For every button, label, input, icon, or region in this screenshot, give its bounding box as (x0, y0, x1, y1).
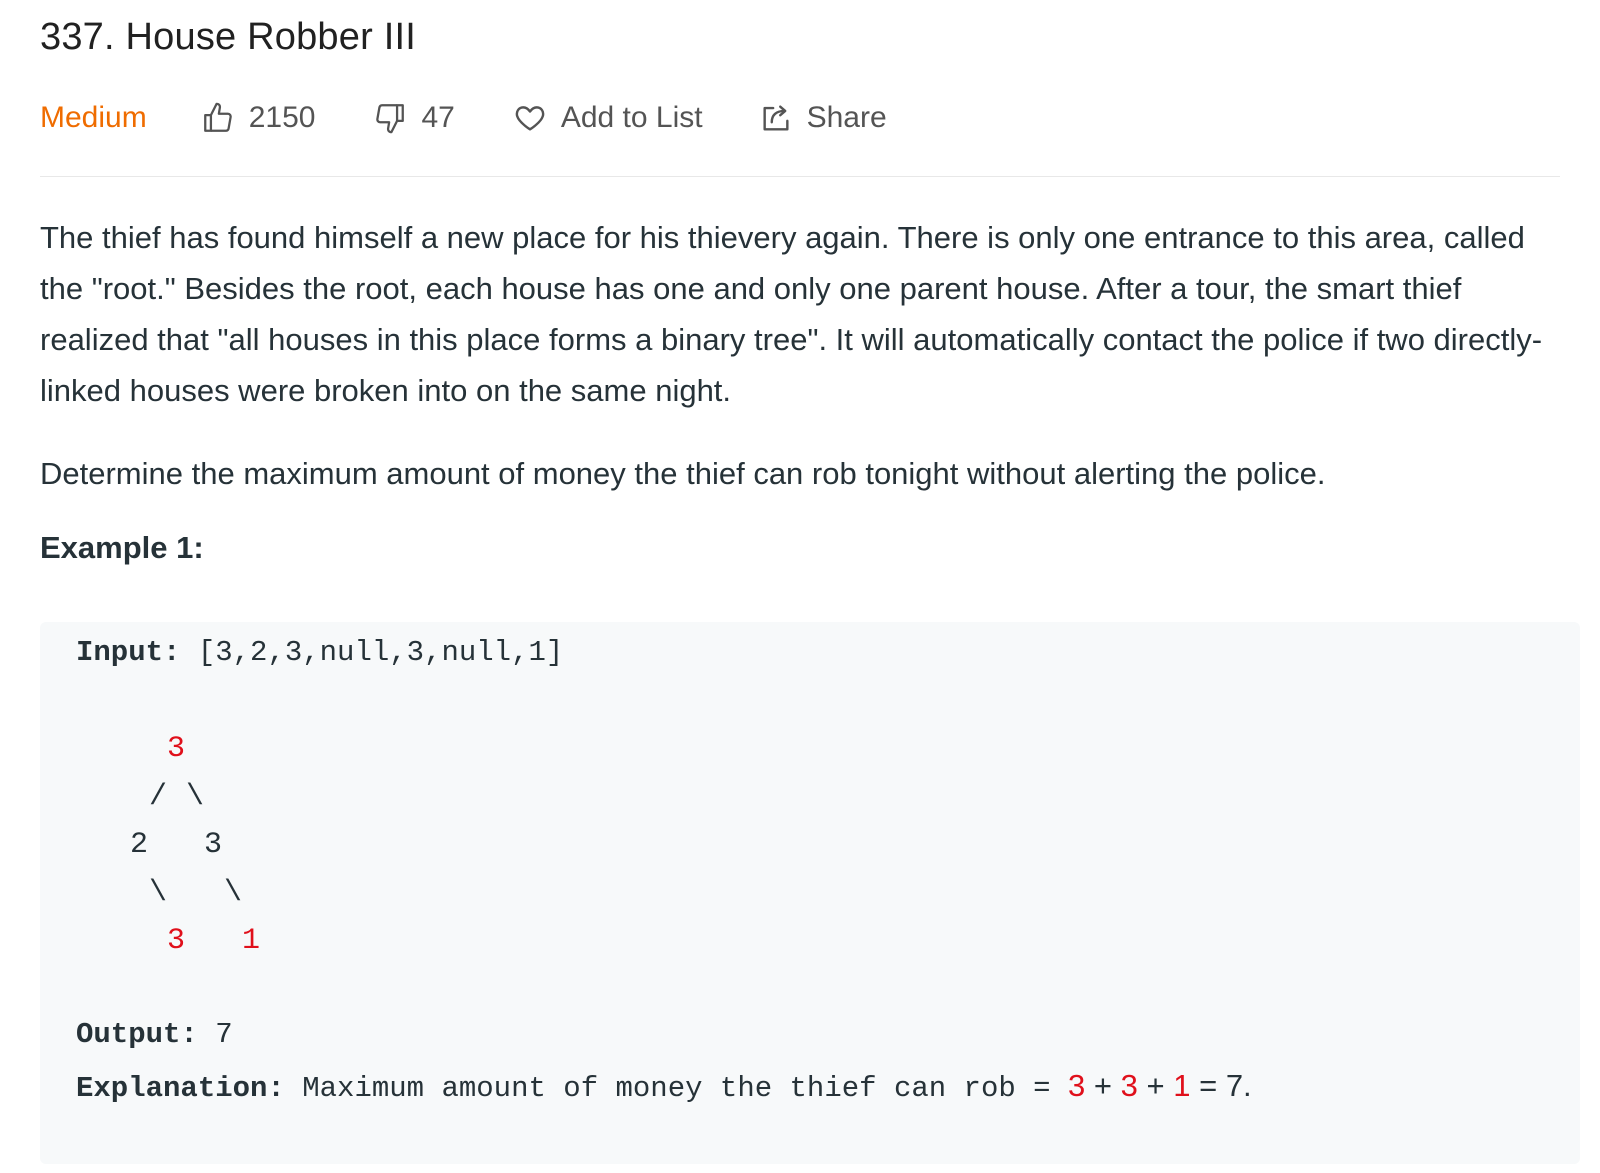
sum-result: 7. (1225, 1068, 1252, 1103)
explanation-label: Explanation: (76, 1072, 285, 1105)
tree-node-left-right: 3 (167, 924, 186, 958)
dislike-count: 47 (421, 101, 455, 134)
tree-edge-right-right: \ (224, 876, 243, 910)
share-button[interactable]: Share (759, 101, 887, 135)
share-icon (763, 105, 789, 131)
description-paragraph-2: Determine the maximum amount of money th… (40, 456, 1326, 491)
example-heading: Example 1: (40, 530, 204, 565)
difficulty-label: Medium (40, 101, 147, 134)
problem-title: 337. House Robber III (40, 16, 416, 58)
thumbs-down-icon (376, 104, 405, 134)
thumbs-up-icon (203, 102, 232, 132)
share-label: Share (806, 101, 887, 134)
input-value: [3,2,3,null,3,null,1] (197, 636, 564, 669)
output-value: 7 (215, 1018, 233, 1051)
like-count: 2150 (248, 101, 316, 134)
tree-edge-root-left: / (149, 780, 168, 814)
sum-term-a: 3 (1067, 1068, 1086, 1103)
description-paragraph-1: The thief has found himself a new place … (40, 220, 1543, 408)
plus-sign-1: + (1093, 1068, 1112, 1103)
like-button[interactable]: 2150 (201, 101, 316, 135)
header-divider (40, 176, 1560, 177)
tree-node-right: 3 (204, 828, 223, 862)
dislike-button[interactable]: 47 (373, 101, 455, 135)
problem-meta-bar: Medium 2150 47 Add to List Share (40, 96, 887, 140)
sum-term-c: 1 (1173, 1068, 1191, 1103)
output-line: Output: 7 (76, 1018, 233, 1051)
problem-page: 337. House Robber III Medium 2150 47 Add… (0, 0, 1600, 1173)
add-to-list-button[interactable]: Add to List (513, 101, 703, 135)
add-to-list-label: Add to List (560, 101, 703, 134)
input-line: Input: [3,2,3,null,3,null,1] (76, 636, 563, 669)
tree-edge-left-right: \ (149, 876, 168, 910)
heart-icon (515, 106, 545, 131)
plus-sign-2: + (1146, 1068, 1165, 1103)
example-code-block: Input: [3,2,3,null,3,null,1] 3 / \ 2 3 \… (40, 622, 1580, 1164)
output-label: Output: (76, 1018, 198, 1051)
problem-description: The thief has found himself a new place … (40, 212, 1570, 499)
sum-term-b: 3 (1120, 1068, 1138, 1103)
tree-node-right-right: 1 (242, 924, 261, 958)
tree-edge-root-right: \ (186, 780, 205, 814)
explanation-line: Explanation: Maximum amount of money the… (76, 1068, 1252, 1105)
equals-sign: = (1199, 1068, 1218, 1103)
tree-node-root: 3 (167, 732, 186, 766)
explanation-text: Maximum amount of money the thief can ro… (302, 1072, 1051, 1105)
input-label: Input: (76, 636, 181, 669)
tree-node-left: 2 (130, 828, 149, 862)
